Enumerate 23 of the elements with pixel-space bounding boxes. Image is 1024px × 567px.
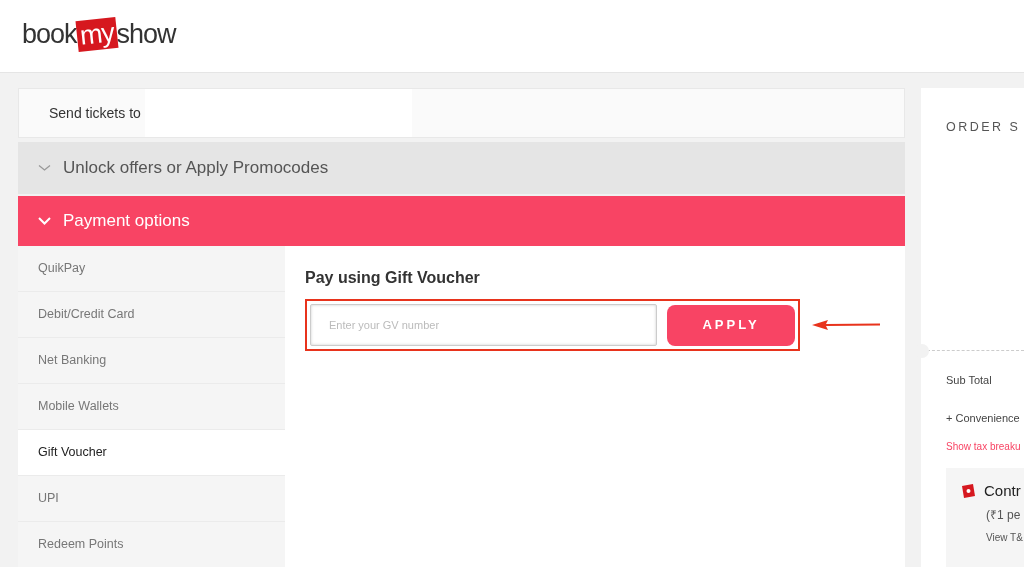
chevron-icon <box>38 164 51 172</box>
convenience-label: + Convenience <box>945 411 1021 427</box>
contribution-title: Contr <box>984 480 1021 501</box>
voucher-input-field[interactable]: Enter your GV number <box>310 304 657 346</box>
tax-breakup-link[interactable]: Show tax breaku <box>921 438 1024 454</box>
annotation-arrow <box>812 319 882 331</box>
section-title: Pay using Gift Voucher <box>305 268 481 288</box>
accordion-header[interactable]: Unlock offers or Apply Promocodes <box>18 142 905 194</box>
accordion-header[interactable]: Payment options <box>18 196 905 246</box>
summary-heading: ORDER S <box>945 119 1022 136</box>
payment-method-tab[interactable]: Gift Voucher <box>18 430 285 476</box>
payment-method-tab[interactable]: Debit/Credit Card <box>18 292 285 338</box>
tag-icon <box>960 483 976 500</box>
chevron-icon <box>38 217 51 225</box>
payment-method-tab[interactable]: QuikPay <box>18 246 285 292</box>
contribution-note: (₹1 pe <box>985 507 1022 525</box>
sub-total-label: Sub Total <box>945 372 993 388</box>
apply-button[interactable]: APPLY <box>667 304 795 346</box>
payment-method-tab[interactable]: Net Banking <box>18 338 285 384</box>
send-tickets-label: Send tickets to <box>49 103 141 123</box>
terms-link[interactable]: View T& <box>960 530 1024 546</box>
payment-method-tab[interactable]: UPI <box>18 476 285 522</box>
payment-method-tab[interactable]: Redeem Points <box>18 522 285 567</box>
